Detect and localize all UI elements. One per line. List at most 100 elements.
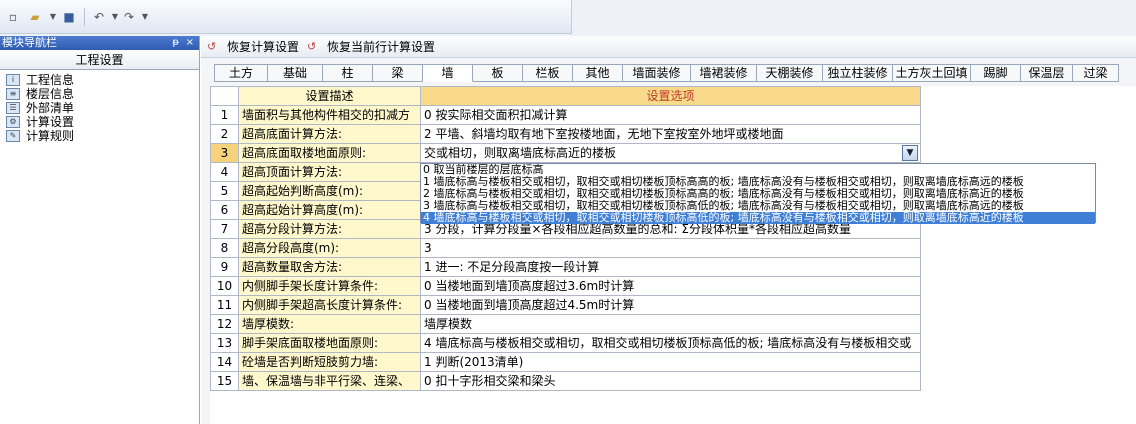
nav-item-external-list[interactable]: ☰ 外部清单 xyxy=(6,101,199,115)
nav-item-floor-info[interactable]: ≡ 楼层信息 xyxy=(6,87,199,101)
row-number: 6 xyxy=(210,200,239,220)
row-number: 11 xyxy=(210,295,239,315)
grid-header-row: 设置描述 设置选项 xyxy=(210,86,921,106)
close-icon[interactable]: × xyxy=(186,36,194,50)
tab-skirting[interactable]: 踢脚 xyxy=(971,64,1021,82)
combobox-value: 交或相切，则取离墙底标高近的楼板 xyxy=(424,145,617,160)
tab-lintel[interactable]: 过梁 xyxy=(1073,64,1119,82)
row-number: 13 xyxy=(210,333,239,353)
row-option[interactable]: 1 判断(2013清单) xyxy=(420,352,921,372)
row-description: 超高底面取楼地面原则: xyxy=(238,143,421,163)
chevron-down-icon[interactable]: ▼ xyxy=(108,10,122,24)
tab-wall-finish[interactable]: 墙面装修 xyxy=(623,64,691,82)
row-option[interactable]: 0 当楼地面到墙顶高度超过4.5m时计算 xyxy=(420,295,921,315)
row-option-combobox[interactable]: 交或相切，则取离墙底标高近的楼板 ▼ xyxy=(420,143,921,163)
table-row[interactable]: 1 墙面积与其他构件相交的扣减方 0 按实际相交面积扣减计算 xyxy=(210,105,921,125)
row-number: 10 xyxy=(210,276,239,296)
save-icon[interactable]: ■ xyxy=(62,10,76,24)
table-row[interactable]: 11 内侧脚手架超高长度计算条件: 0 当楼地面到墙顶高度超过4.5m时计算 xyxy=(210,295,921,315)
dropdown-option-highlighted[interactable]: 4 墙底标高与楼板相交或相切，取相交或相切楼板顶标高低的板; 墙底标高没有与楼板… xyxy=(421,212,1095,224)
row-number: 2 xyxy=(210,124,239,144)
row-description: 脚手架底面取楼地面原则: xyxy=(238,333,421,353)
row-description: 墙厚模数: xyxy=(238,314,421,334)
row-description: 墙面积与其他构件相交的扣减方 xyxy=(238,105,421,125)
row-option[interactable]: 墙厚模数 xyxy=(420,314,921,334)
table-row[interactable]: 12 墙厚模数: 墙厚模数 xyxy=(210,314,921,334)
row-option[interactable]: 2 平墙、斜墙均取有地下室按楼地面，无地下室按室外地坪或楼地面 xyxy=(420,124,921,144)
nav-item-label: 计算规则 xyxy=(26,129,75,143)
dropdown-option[interactable]: 0 取当前楼层的层底标高 xyxy=(421,164,1095,176)
tab-dado-finish[interactable]: 墙裙装修 xyxy=(691,64,757,82)
row-description: 超高底面计算方法: xyxy=(238,124,421,144)
nav-section-project-settings[interactable]: 工程设置 xyxy=(0,50,199,70)
dropdown-option[interactable]: 2 墙底标高与楼板相交或相切，取相交或相切楼板顶标高高的板; 墙底标高没有与楼板… xyxy=(421,188,1095,200)
nav-item-label: 外部清单 xyxy=(26,101,75,115)
row-number: 12 xyxy=(210,314,239,334)
pin-icon[interactable]: ᵽ xyxy=(172,36,179,50)
nav-item-calc-rules[interactable]: ✎ 计算规则 xyxy=(6,129,199,143)
row-option[interactable]: 4 墙底标高与楼板相交或相切，取相交或相切楼板顶标高低的板; 墙底标高没有与楼板… xyxy=(420,333,921,353)
table-row[interactable]: 10 内侧脚手架长度计算条件: 0 当楼地面到墙顶高度超过3.6m时计算 xyxy=(210,276,921,296)
table-row[interactable]: 8 超高分段高度(m): 3 xyxy=(210,238,921,258)
command-bar: ↺ 恢复计算设置 ↺ 恢复当前行计算设置 xyxy=(201,36,1136,58)
nav-list: i 工程信息 ≡ 楼层信息 ☰ 外部清单 ⚙ 计算设置 ✎ 计算规则 xyxy=(0,70,199,143)
tab-ceiling-finish[interactable]: 天棚装修 xyxy=(757,64,823,82)
calc-rules-icon: ✎ xyxy=(6,130,20,142)
dropdown-option[interactable]: 3 墙底标高与楼板相交或相切，取相交或相切楼板顶标高低的板; 墙底标高没有与楼板… xyxy=(421,200,1095,212)
row-option[interactable]: 3 xyxy=(420,238,921,258)
tab-foundation[interactable]: 基础 xyxy=(268,64,323,82)
undo-icon[interactable]: ↶ xyxy=(92,10,106,24)
external-list-icon: ☰ xyxy=(6,102,20,114)
redo-icon[interactable]: ↷ xyxy=(122,10,136,24)
restore-calc-settings-label: 恢复计算设置 xyxy=(227,40,300,54)
option-dropdown-list: 0 取当前楼层的层底标高 1 墙底标高与楼板相交或相切，取相交或相切楼板顶标高高… xyxy=(420,163,1096,224)
tab-wall[interactable]: 墙 xyxy=(423,64,473,82)
chevron-down-icon[interactable]: ▼ xyxy=(46,10,60,24)
row-number: 4 xyxy=(210,162,239,182)
table-row[interactable]: 2 超高底面计算方法: 2 平墙、斜墙均取有地下室按楼地面，无地下室按室外地坪或… xyxy=(210,124,921,144)
dropdown-option[interactable]: 1 墙底标高与楼板相交或相切，取相交或相切楼板顶标高高的板; 墙底标高没有与楼板… xyxy=(421,176,1095,188)
row-description: 超高起始判断高度(m): xyxy=(238,181,421,201)
tab-other[interactable]: 其他 xyxy=(573,64,623,82)
row-number: 14 xyxy=(210,352,239,372)
floor-info-icon: ≡ xyxy=(6,88,20,100)
row-description: 内侧脚手架超高长度计算条件: xyxy=(238,295,421,315)
tab-column-finish[interactable]: 独立柱装修 xyxy=(823,64,893,82)
row-option[interactable]: 1 进一: 不足分段高度按一段计算 xyxy=(420,257,921,277)
tab-column[interactable]: 柱 xyxy=(323,64,373,82)
tab-backfill[interactable]: 土方灰土回填 xyxy=(893,64,971,82)
nav-title-bar: 模块导航栏 ᵽ × xyxy=(0,36,199,50)
row-option[interactable]: 0 当楼地面到墙顶高度超过3.6m时计算 xyxy=(420,276,921,296)
table-row[interactable]: 15 墙、保温墙与非平行梁、连梁、 0 扣十字形相交梁和梁头 xyxy=(210,371,921,391)
settings-grid-area: 设置描述 设置选项 1 墙面积与其他构件相交的扣减方 0 按实际相交面积扣减计算… xyxy=(210,86,1136,424)
settings-main-panel: ↺ 恢复计算设置 ↺ 恢复当前行计算设置 土方 基础 柱 梁 墙 板 栏板 其他… xyxy=(201,36,1136,424)
nav-item-calc-settings[interactable]: ⚙ 计算设置 xyxy=(6,115,199,129)
table-row[interactable]: 9 超高数量取舍方法: 1 进一: 不足分段高度按一段计算 xyxy=(210,257,921,277)
row-number: 5 xyxy=(210,181,239,201)
tab-insulation[interactable]: 保温层 xyxy=(1021,64,1073,82)
table-row[interactable]: 13 脚手架底面取楼地面原则: 4 墙底标高与楼板相交或相切，取相交或相切楼板顶… xyxy=(210,333,921,353)
row-option[interactable]: 0 按实际相交面积扣减计算 xyxy=(420,105,921,125)
row-option[interactable]: 0 扣十字形相交梁和梁头 xyxy=(420,371,921,391)
chevron-down-icon[interactable]: ▼ xyxy=(138,10,152,24)
row-description: 超高起始计算高度(m): xyxy=(238,200,421,220)
restore-current-row-button[interactable]: ↺ 恢复当前行计算设置 xyxy=(307,38,435,55)
restore-calc-settings-button[interactable]: ↺ 恢复计算设置 xyxy=(207,38,299,55)
chevron-down-icon[interactable]: ▼ xyxy=(902,145,918,161)
nav-item-label: 工程信息 xyxy=(26,73,75,87)
tab-earthwork[interactable]: 土方 xyxy=(214,64,268,82)
row-number: 7 xyxy=(210,219,239,239)
table-row-selected[interactable]: 3 超高底面取楼地面原则: 交或相切，则取离墙底标高近的楼板 ▼ xyxy=(210,143,921,163)
toolbar-separator xyxy=(84,8,85,26)
row-description: 超高分段计算方法: xyxy=(238,219,421,239)
table-row[interactable]: 14 砼墙是否判断短肢剪力墙: 1 判断(2013清单) xyxy=(210,352,921,372)
row-description: 超高数量取舍方法: xyxy=(238,257,421,277)
tab-parapet[interactable]: 栏板 xyxy=(523,64,573,82)
tab-slab[interactable]: 板 xyxy=(473,64,523,82)
restore-row-icon: ↺ xyxy=(307,39,317,53)
tab-beam[interactable]: 梁 xyxy=(373,64,423,82)
new-file-icon[interactable]: ▫ xyxy=(6,10,20,24)
open-folder-icon[interactable]: ▰ xyxy=(28,10,42,24)
nav-item-project-info[interactable]: i 工程信息 xyxy=(6,73,199,87)
calc-settings-icon: ⚙ xyxy=(6,116,20,128)
